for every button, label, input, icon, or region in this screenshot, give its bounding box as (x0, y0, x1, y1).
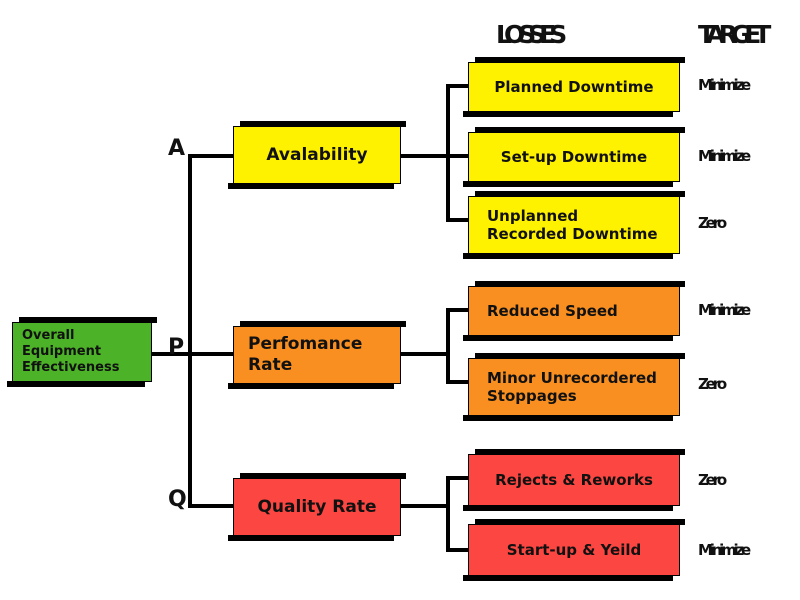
connector-availability-branch-2 (446, 154, 470, 158)
node-label: Rejects & Reworks (495, 470, 653, 489)
branch-letter-performance: P (168, 335, 185, 360)
node-loss-setup-downtime[interactable]: Set-up Downtime (463, 127, 685, 187)
node-overall-equipment-effectiveness[interactable]: Overall Equipment Effectiveness (7, 317, 157, 387)
node-availability[interactable]: Avalability (228, 121, 406, 189)
connector-quality-branch-2 (446, 548, 470, 552)
node-performance-rate[interactable]: Perfomance Rate (228, 321, 406, 389)
node-loss-minor-unrecordered-stoppages[interactable]: Minor Unrecordered Stoppages (463, 353, 685, 421)
node-label: Start-up & Yeild (506, 540, 642, 559)
connector-quality-stub (400, 504, 450, 508)
connector-spine-quality (188, 504, 234, 508)
node-loss-planned-downtime[interactable]: Planned Downtime (463, 57, 685, 117)
connector-performance-branch-2 (446, 380, 470, 384)
connector-quality-branch-1 (446, 476, 470, 480)
node-label: Reduced Speed (487, 301, 618, 320)
connector-spine-availability (188, 154, 234, 158)
node-label: Planned Downtime (494, 77, 654, 96)
target-startup-and-yeild: Minimize (698, 541, 751, 559)
target-reduced-speed: Minimize (698, 301, 751, 319)
connector-availability-stub (400, 154, 450, 158)
node-label: Perfomance Rate (248, 334, 363, 375)
node-label: Overall Equipment Effectiveness (22, 328, 120, 375)
connector-spine-performance (188, 352, 234, 356)
branch-letter-quality: Q (168, 487, 187, 512)
target-rejects-and-reworks: Zero (698, 471, 727, 489)
node-label: Minor Unrecordered Stoppages (487, 368, 657, 405)
target-column-header: TARGET (698, 20, 771, 49)
node-label: Unplanned Recorded Downtime (487, 206, 658, 243)
diagram-canvas: LOSSES TARGET A P Q Overall Equipment Ef… (0, 0, 800, 600)
losses-column-header: LOSSES (496, 20, 567, 49)
node-loss-reduced-speed[interactable]: Reduced Speed (463, 281, 685, 341)
node-label: Quality Rate (257, 496, 377, 517)
node-label: Set-up Downtime (500, 147, 648, 166)
target-setup-downtime: Minimize (698, 147, 751, 165)
connector-performance-stub (400, 352, 450, 356)
node-quality-rate[interactable]: Quality Rate (228, 473, 406, 541)
branch-letter-availability: A (168, 136, 186, 161)
connector-performance-branch-1 (446, 308, 470, 312)
connector-availability-branch-3 (446, 218, 470, 222)
node-label: Avalability (266, 144, 368, 165)
connector-performance-spine (446, 310, 450, 384)
node-loss-startup-and-yeild[interactable]: Start-up & Yeild (463, 519, 685, 581)
connector-quality-spine (446, 478, 450, 552)
connector-availability-branch-1 (446, 84, 470, 88)
target-unplanned-recorded-downtime: Zero (698, 214, 727, 232)
node-loss-rejects-and-reworks[interactable]: Rejects & Reworks (463, 449, 685, 511)
connector-main-spine (188, 156, 192, 508)
target-planned-downtime: Minimize (698, 76, 751, 94)
node-loss-unplanned-recorded-downtime[interactable]: Unplanned Recorded Downtime (463, 191, 685, 259)
target-minor-unrecordered-stoppages: Zero (698, 375, 727, 393)
